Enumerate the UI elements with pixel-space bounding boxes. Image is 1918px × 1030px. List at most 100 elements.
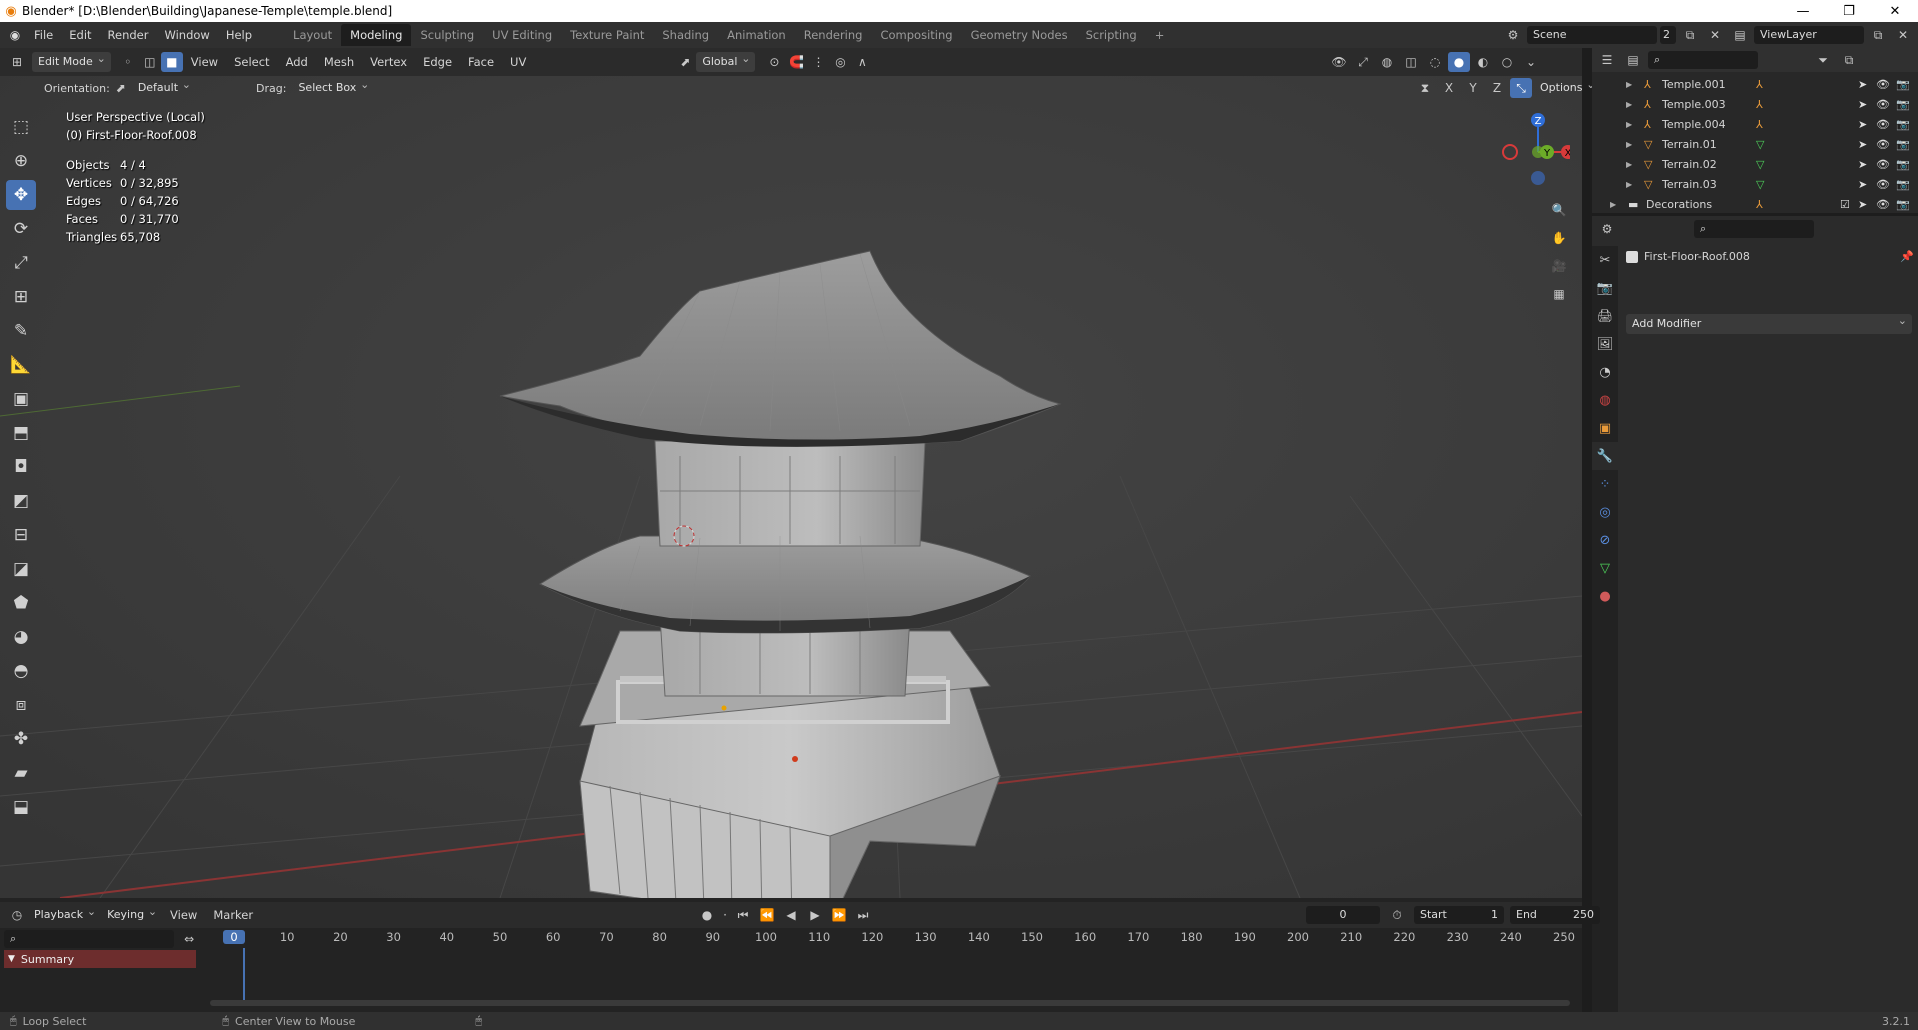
falloff-icon[interactable]: ∧	[851, 52, 873, 72]
object-tab-icon[interactable]: ▣	[1592, 414, 1618, 442]
eye-icon[interactable]: 👁	[1876, 158, 1890, 171]
eye-icon[interactable]: 👁	[1876, 78, 1890, 91]
bevel-tool-icon[interactable]: ◩	[6, 486, 36, 516]
keying-set-icon[interactable]: ·	[720, 905, 730, 925]
eye-icon[interactable]: 👁	[1876, 98, 1890, 111]
mirror-z-button[interactable]: Z	[1486, 78, 1508, 98]
close-window-button[interactable]: ✕	[1872, 0, 1918, 22]
play-reverse-icon[interactable]: ◀	[780, 905, 802, 925]
jump-start-icon[interactable]: ⏮	[732, 905, 754, 925]
tab-geometry-nodes[interactable]: Geometry Nodes	[962, 24, 1077, 46]
modifier-tab-icon[interactable]: 🔧	[1592, 442, 1618, 470]
stopwatch-icon[interactable]: ⏱	[1386, 905, 1408, 925]
outliner-item[interactable]: ▶ ⅄ Temple.004 ⅄ ➤ 👁 📷	[1592, 114, 1918, 134]
render-camera-icon[interactable]: 📷	[1896, 138, 1910, 151]
constraints-tab-icon[interactable]: ⊘	[1592, 526, 1618, 554]
outliner-item[interactable]: ▶ ▽ Terrain.02 ▽ ➤ 👁 📷	[1592, 154, 1918, 174]
new-view-layer-icon[interactable]: ⧉	[1867, 25, 1889, 45]
output-tab-icon[interactable]: 🖨	[1592, 302, 1618, 330]
tab-rendering[interactable]: Rendering	[795, 24, 872, 46]
transform-orientation-icon[interactable]: ⬈	[674, 52, 696, 72]
solid-shading-icon[interactable]: ●	[1448, 52, 1470, 72]
properties-editor-icon[interactable]: ⚙	[1596, 219, 1618, 239]
orientation-dropdown[interactable]: Default	[132, 75, 196, 98]
maximize-button[interactable]: ❐	[1826, 0, 1872, 22]
mirror-x-button[interactable]: X	[1438, 78, 1460, 98]
3d-viewport[interactable]	[0, 76, 1582, 898]
menu-view[interactable]: View	[183, 51, 226, 73]
view-layer-tab-icon[interactable]: 🖼	[1592, 330, 1618, 358]
timeline-view-menu[interactable]: View	[162, 904, 205, 926]
render-camera-icon[interactable]: 📷	[1896, 198, 1910, 211]
select-arrow-icon[interactable]: ➤	[1858, 158, 1867, 171]
drag-dropdown[interactable]: Select Box	[292, 75, 374, 98]
select-arrow-icon[interactable]: ➤	[1858, 98, 1867, 111]
render-camera-icon[interactable]: 📷	[1896, 118, 1910, 131]
material-shading-icon[interactable]: ◐	[1472, 52, 1494, 72]
expand-icon[interactable]: ▶	[1626, 180, 1632, 189]
minimize-button[interactable]: —	[1780, 0, 1826, 22]
outliner-item[interactable]: ▶ ⅄ Temple.001 ⅄ ➤ 👁 📷	[1592, 74, 1918, 94]
smooth-tool-icon[interactable]: ◓	[6, 656, 36, 686]
pivot-point-icon[interactable]: ⊙	[763, 52, 785, 72]
poly-build-tool-icon[interactable]: ⬟	[6, 588, 36, 618]
select-arrow-icon[interactable]: ➤	[1858, 198, 1867, 211]
transform-orientation-dropdown[interactable]: Global	[696, 49, 756, 72]
menu-select[interactable]: Select	[226, 51, 277, 73]
move-tool-icon[interactable]: ✥	[6, 180, 36, 210]
menu-file[interactable]: File	[26, 24, 61, 46]
particles-tab-icon[interactable]: ⁘	[1592, 470, 1618, 498]
expand-icon[interactable]: ▶	[1626, 160, 1632, 169]
scale-tool-icon[interactable]: ⤢	[6, 248, 36, 278]
current-frame-field[interactable]: 0	[1306, 906, 1380, 924]
face-select-icon[interactable]: ■	[160, 52, 183, 72]
add-workspace-button[interactable]: +	[1146, 24, 1174, 46]
next-keyframe-icon[interactable]: ⏩	[828, 905, 850, 925]
view-layer-field[interactable]: ViewLayer	[1754, 26, 1864, 44]
timeline-filter-icon[interactable]: ⇔	[178, 929, 200, 949]
annotate-tool-icon[interactable]: ✎	[6, 316, 36, 346]
outliner-item[interactable]: ▶ ▽ Terrain.01 ▽ ➤ 👁 📷	[1592, 134, 1918, 154]
render-camera-icon[interactable]: 📷	[1896, 178, 1910, 191]
snap-icon[interactable]: 🧲	[785, 52, 807, 72]
menu-window[interactable]: Window	[156, 24, 217, 46]
filter-icon[interactable]: ⏷	[1812, 50, 1834, 70]
add-modifier-dropdown[interactable]: Add Modifier	[1626, 311, 1912, 334]
options-dropdown[interactable]: Options	[1534, 75, 1600, 98]
camera-icon[interactable]: 🎥	[1548, 252, 1570, 280]
tab-sculpting[interactable]: Sculpting	[411, 24, 483, 46]
render-camera-icon[interactable]: 📷	[1896, 158, 1910, 171]
loop-cut-tool-icon[interactable]: ⊟	[6, 520, 36, 550]
physics-tab-icon[interactable]: ◎	[1592, 498, 1618, 526]
scene-field[interactable]: Scene	[1527, 26, 1657, 44]
shear-tool-icon[interactable]: ▰	[6, 758, 36, 788]
perspective-grid-icon[interactable]: ▦	[1548, 280, 1570, 308]
measure-tool-icon[interactable]: 📐	[6, 350, 36, 380]
display-mode-icon[interactable]: ▤	[1622, 50, 1644, 70]
select-arrow-icon[interactable]: ➤	[1858, 78, 1867, 91]
rendered-shading-icon[interactable]: ○	[1496, 52, 1518, 72]
timeline-search-input[interactable]: ⌕	[4, 930, 175, 948]
cursor-tool-icon[interactable]: ⊕	[6, 146, 36, 176]
mode-dropdown[interactable]: Edit Mode	[32, 49, 111, 72]
editor-type-icon[interactable]: ⊞	[6, 52, 28, 72]
data-tab-icon[interactable]: ▽	[1592, 554, 1618, 582]
tab-compositing[interactable]: Compositing	[871, 24, 961, 46]
menu-edge[interactable]: Edge	[415, 51, 460, 73]
spin-tool-icon[interactable]: ◕	[6, 622, 36, 652]
playhead-line[interactable]	[243, 948, 245, 1000]
gizmo-icon[interactable]: ⤢	[1352, 52, 1374, 72]
delete-scene-icon[interactable]: ✕	[1704, 25, 1726, 45]
render-camera-icon[interactable]: 📷	[1896, 98, 1910, 111]
select-arrow-icon[interactable]: ➤	[1858, 138, 1867, 151]
menu-face[interactable]: Face	[460, 51, 502, 73]
proportional-edit-icon[interactable]: ◎	[829, 52, 851, 72]
shrink-fatten-tool-icon[interactable]: ✤	[6, 724, 36, 754]
scene-icon[interactable]: ⚙	[1502, 25, 1524, 45]
timeline-editor-icon[interactable]: ◷	[6, 905, 28, 925]
add-cube-tool-icon[interactable]: ▣	[6, 384, 36, 414]
tab-modeling[interactable]: Modeling	[341, 24, 412, 46]
menu-vertex[interactable]: Vertex	[362, 51, 415, 73]
select-arrow-icon[interactable]: ➤	[1858, 118, 1867, 131]
mirror-y-button[interactable]: Y	[1462, 78, 1484, 98]
